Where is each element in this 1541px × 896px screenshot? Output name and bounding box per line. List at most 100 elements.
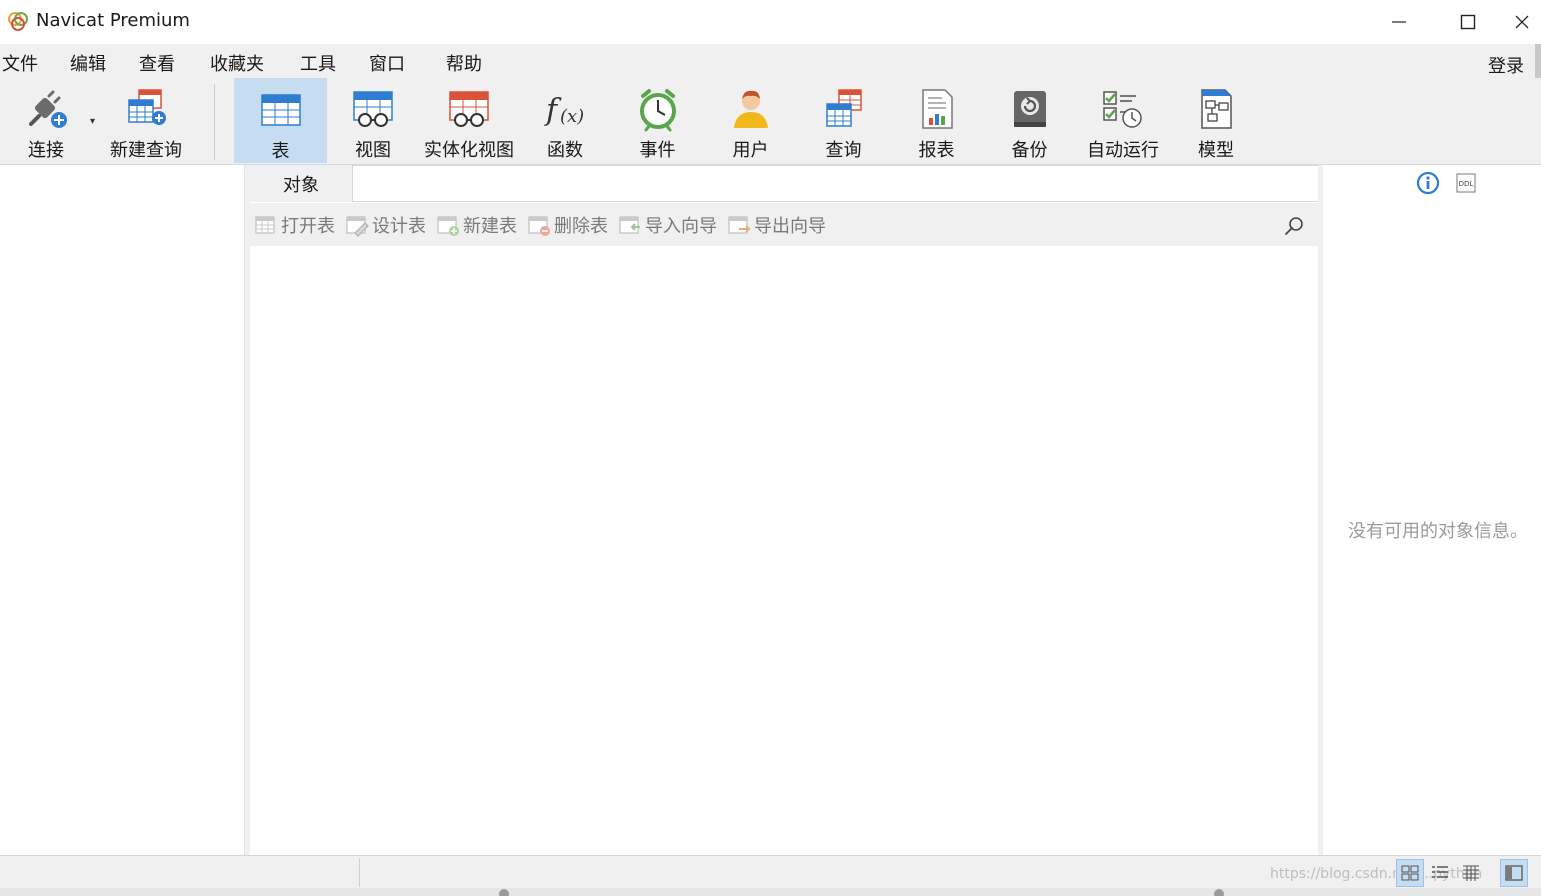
view-glasses-icon: [353, 91, 393, 127]
no-info-message: 没有可用的对象信息。: [1348, 521, 1528, 542]
materialized-view-button[interactable]: 实体化视图: [419, 78, 519, 163]
new-table-icon: [437, 216, 459, 236]
table-icon: [260, 94, 301, 126]
report-button[interactable]: 报表: [890, 78, 983, 163]
alarm-clock-icon: [639, 89, 676, 132]
function-button[interactable]: f (x) 函数: [519, 78, 611, 163]
grid-view-button[interactable]: [1396, 859, 1424, 887]
tab-objects[interactable]: 对象: [250, 165, 352, 202]
toolbar-separator: [214, 84, 215, 160]
menu-edit[interactable]: 编辑: [70, 50, 106, 76]
design-table-icon: [346, 216, 369, 237]
connection-tree-pane[interactable]: [0, 165, 245, 855]
list-view-icon: [1432, 866, 1448, 878]
backup-icon: [1013, 91, 1046, 127]
import-wizard-button[interactable]: 导入向导: [618, 213, 717, 237]
object-info-pane: DDL 没有可用的对象信息。: [1323, 165, 1541, 855]
connect-dropdown-icon[interactable]: ▾: [90, 116, 95, 127]
delete-table-icon: [528, 216, 550, 236]
grid-view-icon: [1401, 865, 1419, 881]
automation-checklist-icon: [1103, 91, 1142, 128]
query-icon: [825, 89, 862, 127]
close-icon: [1515, 15, 1529, 29]
detail-view-icon: [1463, 865, 1479, 881]
menu-scroll-handle: [1535, 44, 1541, 78]
export-wizard-button[interactable]: 导出向导: [727, 213, 826, 237]
connect-button[interactable]: 连接: [0, 78, 92, 163]
event-button[interactable]: 事件: [611, 78, 704, 163]
new-query-button[interactable]: 新建查询: [100, 78, 192, 163]
event-label: 事件: [639, 140, 676, 161]
menu-view[interactable]: 查看: [139, 50, 175, 76]
list-view-button[interactable]: [1426, 859, 1454, 887]
delete-table-label: 删除表: [554, 216, 608, 237]
strip-handle[interactable]: [499, 889, 509, 896]
import-wizard-label: 导入向导: [645, 216, 717, 237]
user-label: 用户: [732, 140, 769, 161]
status-bar: https://blog.csdn.net/...python: [0, 855, 1541, 888]
menu-tools[interactable]: 工具: [300, 50, 336, 76]
model-icon: [1201, 89, 1232, 129]
query-label: 查询: [825, 140, 862, 161]
navicat-logo-icon: [8, 12, 28, 31]
model-label: 模型: [1198, 140, 1234, 161]
menu-file[interactable]: 文件: [2, 50, 38, 76]
function-fx-icon: f (x): [544, 93, 584, 128]
new-query-icon: [128, 89, 166, 125]
title-bar: Navicat Premium: [0, 0, 1541, 44]
view-button[interactable]: 视图: [327, 78, 419, 163]
info-icon[interactable]: [1416, 171, 1440, 195]
menu-bar: 文件 编辑 查看 收藏夹 工具 窗口 帮助 登录: [0, 44, 1541, 78]
report-label: 报表: [918, 140, 955, 161]
function-label: 函数: [547, 140, 583, 161]
strip-handle-right[interactable]: [1214, 889, 1224, 896]
table-label: 表: [271, 141, 290, 162]
backup-label: 备份: [1011, 140, 1048, 161]
open-table-label: 打开表: [281, 216, 335, 237]
materialized-view-icon: [449, 91, 489, 127]
model-button[interactable]: 模型: [1170, 78, 1262, 163]
new-table-label: 新建表: [463, 216, 517, 237]
menu-window[interactable]: 窗口: [369, 50, 405, 76]
menu-favorites[interactable]: 收藏夹: [210, 50, 264, 76]
ddl-text: DDL: [1459, 180, 1474, 188]
status-separator: [359, 858, 360, 887]
main-tab-bar: 对象: [250, 165, 1318, 202]
automation-button[interactable]: 自动运行: [1076, 78, 1170, 163]
detail-view-button[interactable]: [1457, 859, 1485, 887]
window-title: Navicat Premium: [36, 10, 190, 31]
search-icon[interactable]: [1283, 215, 1305, 237]
object-list-area[interactable]: [250, 246, 1318, 855]
menu-help[interactable]: 帮助: [446, 50, 482, 76]
object-toolbar: 打开表 设计表 新建表 删除表 导入向导 导出向导: [250, 203, 1318, 246]
automation-label: 自动运行: [1087, 140, 1159, 161]
minimize-button[interactable]: [1365, 0, 1433, 44]
open-table-icon: [255, 216, 275, 234]
ddl-icon[interactable]: DDL: [1455, 172, 1477, 194]
backup-button[interactable]: 备份: [983, 78, 1076, 163]
panel-toggle-icon: [1505, 865, 1523, 881]
plug-icon: [29, 90, 67, 128]
query-button[interactable]: 查询: [797, 78, 890, 163]
materialized-view-label: 实体化视图: [424, 140, 514, 161]
maximize-icon: [1460, 14, 1476, 30]
view-label: 视图: [355, 140, 391, 161]
user-icon: [733, 90, 768, 128]
main-toolbar: 连接 ▾ 新建查询 表 视图 实体化视图 f (x) 函数 事件 用户 查询 报…: [0, 78, 1541, 165]
user-button[interactable]: 用户: [704, 78, 797, 163]
login-link[interactable]: 登录: [1488, 52, 1524, 78]
info-panel-toggle-button[interactable]: [1500, 859, 1528, 887]
open-table-button[interactable]: 打开表: [254, 213, 335, 237]
new-table-button[interactable]: 新建表: [436, 213, 517, 237]
minimize-icon: [1392, 21, 1406, 23]
table-button[interactable]: 表: [234, 78, 327, 163]
report-icon: [921, 89, 953, 129]
design-table-label: 设计表: [372, 216, 426, 237]
import-wizard-icon: [619, 216, 640, 234]
maximize-button[interactable]: [1434, 0, 1502, 44]
delete-table-button[interactable]: 删除表: [527, 213, 608, 237]
design-table-button[interactable]: 设计表: [345, 213, 426, 237]
close-button[interactable]: [1503, 0, 1541, 44]
connect-label: 连接: [28, 140, 64, 161]
export-wizard-label: 导出向导: [754, 216, 826, 237]
